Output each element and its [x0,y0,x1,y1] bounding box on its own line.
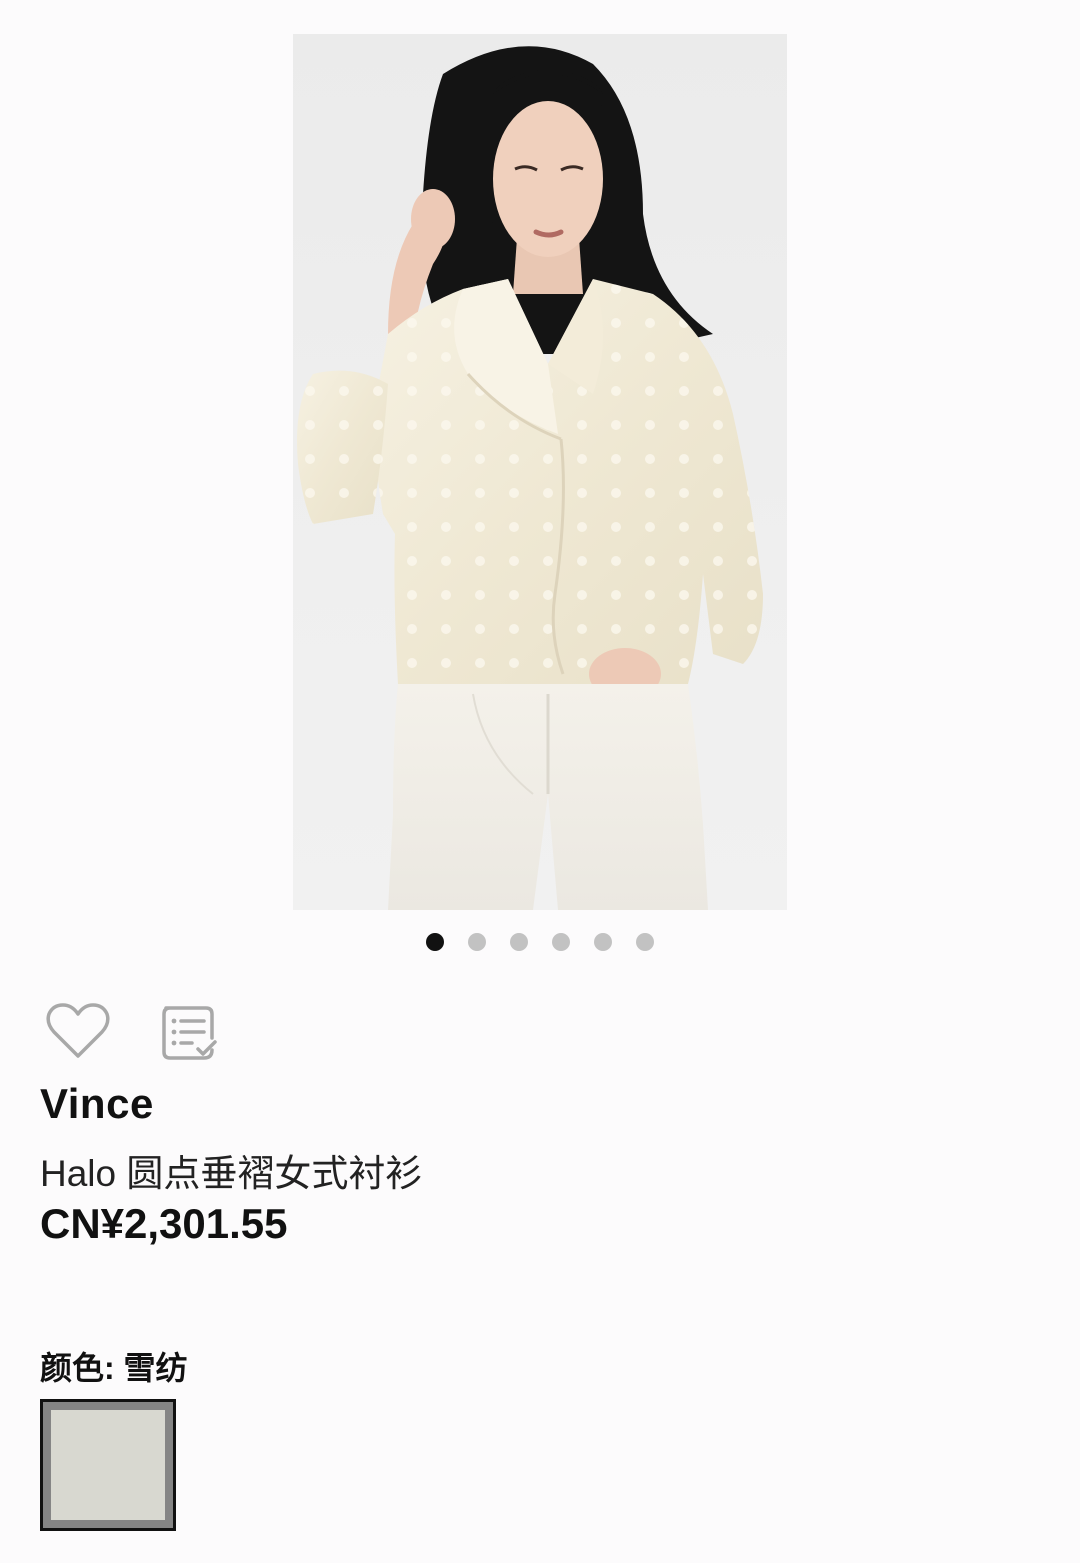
brand-name[interactable]: Vince [40,1080,154,1128]
carousel-dot-3[interactable] [510,933,528,951]
product-photo[interactable] [293,34,787,910]
carousel-dot-6[interactable] [636,933,654,951]
carousel-dot-5[interactable] [594,933,612,951]
carousel-dot-1[interactable] [426,933,444,951]
swatch-fill [51,1410,165,1520]
wishlist-button[interactable] [46,1002,110,1060]
heart-icon [46,1003,110,1058]
product-page: Vince Halo 圆点垂褶女式衬衫 CN¥2,301.55 颜色: 雪纺 [0,0,1080,1563]
product-price: CN¥2,301.55 [40,1200,288,1247]
add-to-list-button[interactable] [160,1004,218,1062]
color-swatch-selected[interactable] [40,1399,176,1531]
carousel-dot-4[interactable] [552,933,570,951]
product-title: Halo 圆点垂褶女式衬衫 [40,1153,423,1194]
color-label: 颜色: 雪纺 [40,1350,188,1386]
carousel-pagination [426,933,654,951]
checklist-icon [162,1006,217,1060]
carousel-dot-2[interactable] [468,933,486,951]
